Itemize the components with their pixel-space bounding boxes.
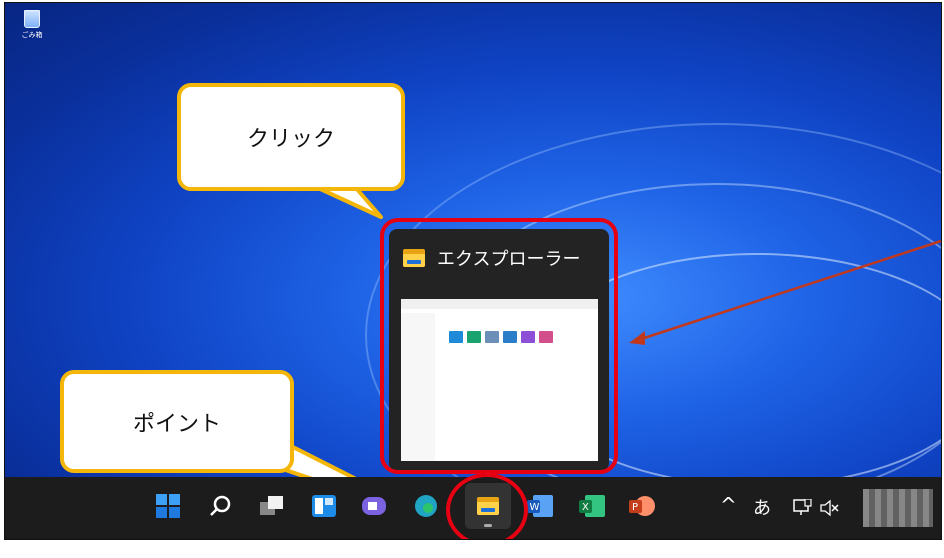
- red-arrow-line: [634, 239, 941, 343]
- edge-icon: [415, 495, 437, 517]
- excel-button[interactable]: X: [569, 483, 615, 529]
- widgets-button[interactable]: [301, 483, 347, 529]
- red-arrow-head: [629, 331, 645, 345]
- windows-logo-icon: [156, 494, 180, 518]
- network-icon[interactable]: [793, 499, 813, 517]
- preview-highlight-frame: [380, 218, 618, 474]
- volume-muted-icon[interactable]: [820, 499, 840, 517]
- svg-text:P: P: [632, 502, 638, 513]
- ime-indicator[interactable]: あ: [753, 494, 771, 520]
- search-icon: [210, 495, 231, 516]
- powerpoint-icon: P: [629, 496, 655, 516]
- point-callout-label: ポイント: [132, 411, 221, 437]
- desktop-screen: ごみ箱 クリック ポイント エクスプローラー W X P ^ あ: [4, 2, 942, 540]
- svg-text:W: W: [530, 502, 540, 513]
- task-view-icon: [260, 496, 283, 515]
- chat-button[interactable]: [351, 483, 397, 529]
- explorer-highlight-circle: [446, 473, 528, 539]
- excel-icon: X: [579, 495, 605, 517]
- word-icon: W: [527, 495, 553, 517]
- point-callout: ポイント: [60, 370, 294, 473]
- click-callout: クリック: [177, 83, 405, 191]
- clock-blurred[interactable]: [863, 489, 933, 527]
- widgets-icon: [312, 495, 336, 517]
- chat-icon: [362, 497, 386, 515]
- tray-overflow-chevron[interactable]: ^: [720, 493, 737, 517]
- click-callout-label: クリック: [246, 127, 335, 152]
- start-button[interactable]: [145, 483, 191, 529]
- task-view-button[interactable]: [249, 483, 295, 529]
- svg-text:X: X: [582, 502, 589, 513]
- edge-button[interactable]: [403, 483, 449, 529]
- powerpoint-button[interactable]: P: [619, 483, 665, 529]
- search-button[interactable]: [197, 483, 243, 529]
